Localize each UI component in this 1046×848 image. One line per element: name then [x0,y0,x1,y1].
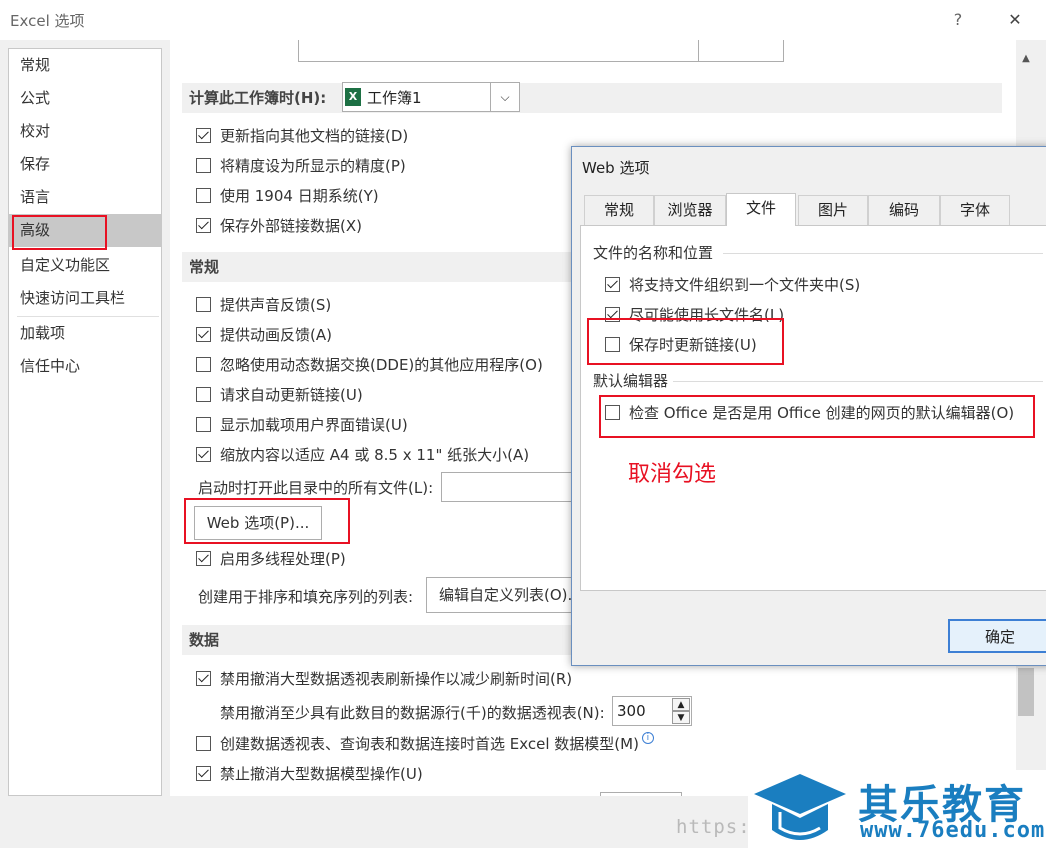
group-divider [723,253,1043,254]
close-button[interactable]: ✕ [1000,6,1030,34]
sidebar-item-customize-ribbon[interactable]: 自定义功能区 [9,249,161,282]
scroll-up-icon[interactable]: ▲ [1016,50,1036,68]
sidebar-item-quick-access-toolbar[interactable]: 快速访问工具栏 [9,282,161,315]
sidebar-item-general[interactable]: 常规 [9,49,161,82]
sidebar-item-language[interactable]: 语言 [9,181,161,214]
option-ask-update-links[interactable]: 请求自动更新链接(U) [196,383,363,405]
checkbox[interactable] [605,276,620,292]
highlight-box-advanced [12,215,107,250]
checkbox[interactable] [196,157,211,173]
option-animation-feedback[interactable]: 提供动画反馈(A) [196,323,332,345]
option-disable-undo-data-model[interactable]: 禁止撤消大型数据模型操作(U) [196,762,423,784]
group-title-file-names: 文件的名称和位置 [593,244,714,262]
checkbox[interactable] [196,187,211,203]
option-1904-date-system[interactable]: 使用 1904 日期系统(Y) [196,184,379,206]
sidebar: 常规 公式 校对 保存 语言 高级 自定义功能区 快速访问工具栏 加载项 信任中… [8,48,162,796]
option-ignore-dde[interactable]: 忽略使用动态数据交换(DDE)的其他应用程序(O) [196,353,543,375]
section-title: 计算此工作簿时(H): [189,89,327,107]
tab-encoding[interactable]: 编码 [868,195,940,225]
tab-files[interactable]: 文件 [726,193,796,226]
info-icon[interactable]: i [641,732,654,744]
ok-button[interactable]: 确定 [948,619,1046,653]
option-save-external-link-values[interactable]: 保存外部链接数据(X) [196,214,362,236]
help-button[interactable]: ? [944,6,972,34]
option-disable-undo-pivot-refresh[interactable]: 禁用撤消大型数据透视表刷新操作以减少刷新时间(R) [196,667,572,689]
sidebar-item-add-ins[interactable]: 加载项 [9,317,161,350]
option-label: 请求自动更新链接(U) [220,385,363,404]
option-sound-feedback[interactable]: 提供声音反馈(S) [196,293,331,315]
startup-folder-label: 启动时打开此目录中的所有文件(L): [198,479,434,497]
option-label: 将支持文件组织到一个文件夹中(S) [629,275,861,294]
option-label: 禁止撤消大型数据模型操作(U) [220,764,423,783]
checkbox[interactable] [196,356,211,372]
group-divider [673,381,1043,382]
tab-general[interactable]: 常规 [584,195,654,225]
option-label: 禁用撤消大型数据透视表刷新操作以减少刷新时间(R) [220,669,573,688]
checkbox[interactable] [196,765,211,781]
graduation-cap-icon [754,774,846,840]
checkbox[interactable] [196,217,211,233]
annotation-uncheck: 取消勾选 [628,462,717,487]
checkbox[interactable] [196,386,211,402]
option-label: 更新指向其他文档的链接(D) [220,126,409,145]
tab-pictures[interactable]: 图片 [798,195,868,225]
pivot-rows-value: 300 [617,702,646,720]
option-label: 创建数据透视表、查询表和数据连接时首选 Excel 数据模型(M) [220,734,639,753]
option-scale-a4-letter[interactable]: 缩放内容以适应 A4 或 8.5 x 11" 纸张大小(A) [196,443,529,465]
section-title: 常规 [189,258,220,276]
sidebar-item-trust-center[interactable]: 信任中心 [9,350,161,383]
option-label: 忽略使用动态数据交换(DDE)的其他应用程序(O) [220,355,543,374]
title-bar: Excel 选项 ? ✕ [0,0,1046,40]
option-label: 显示加载项用户界面错误(U) [220,415,408,434]
option-label: 提供动画反馈(A) [220,325,332,344]
checkbox[interactable] [196,326,211,342]
option-prefer-data-model[interactable]: 创建数据透视表、查询表和数据连接时首选 Excel 数据模型(M) i [196,732,654,754]
option-label: 缩放内容以适应 A4 或 8.5 x 11" 纸张大小(A) [220,445,530,464]
tab-browser[interactable]: 浏览器 [654,195,726,225]
checkbox[interactable] [196,735,211,751]
scrolled-field [298,40,738,62]
option-organize-support-files[interactable]: 将支持文件组织到一个文件夹中(S) [605,273,860,295]
highlight-box-default-editor [599,395,1035,438]
section-title: 数据 [189,631,220,649]
checkbox[interactable] [196,296,211,312]
excel-file-icon: X [345,88,361,106]
sidebar-item-proofing[interactable]: 校对 [9,115,161,148]
highlight-box-update-links [587,318,784,365]
highlight-box-web-options [184,498,350,544]
section-header-workbook-calc: 计算此工作簿时(H): [182,83,1002,113]
option-precision-as-displayed[interactable]: 将精度设为所显示的精度(P) [196,154,406,176]
scrolled-button [698,40,784,62]
stepper-down-icon[interactable]: ▼ [672,711,690,724]
option-update-links[interactable]: 更新指向其他文档的链接(D) [196,124,408,146]
workbook-select-value: 工作簿1 [367,88,422,107]
watermark-site: www.76edu.com [860,818,1046,843]
checkbox[interactable] [196,550,211,566]
checkbox[interactable] [196,416,211,432]
option-label: 启用多线程处理(P) [220,549,346,568]
option-label: 保存外部链接数据(X) [220,216,362,235]
partial-field [600,792,682,796]
pivot-rows-label: 禁用撤消至少具有此数目的数据源行(千)的数据透视表(N): [220,704,605,722]
option-label: 提供声音反馈(S) [220,295,332,314]
option-label: 使用 1904 日期系统(Y) [220,186,379,205]
window-title: Excel 选项 [10,12,85,30]
scroll-thumb[interactable] [1018,668,1034,716]
checkbox[interactable] [196,127,211,143]
checkbox[interactable] [196,670,211,686]
custom-list-label: 创建用于排序和填充序列的列表: [198,588,414,606]
sidebar-item-save[interactable]: 保存 [9,148,161,181]
checkbox[interactable] [196,446,211,462]
stepper-up-icon[interactable]: ▲ [672,698,690,711]
web-dialog-title: Web 选项 [582,159,650,177]
option-addin-ui-errors[interactable]: 显示加载项用户界面错误(U) [196,413,408,435]
sidebar-item-formulas[interactable]: 公式 [9,82,161,115]
option-label: 将精度设为所显示的精度(P) [220,156,406,175]
tab-fonts[interactable]: 字体 [940,195,1010,225]
group-title-default-editor: 默认编辑器 [593,372,669,390]
chevron-down-icon[interactable]: ⌵ [490,82,520,112]
option-multithreading[interactable]: 启用多线程处理(P) [196,547,346,569]
